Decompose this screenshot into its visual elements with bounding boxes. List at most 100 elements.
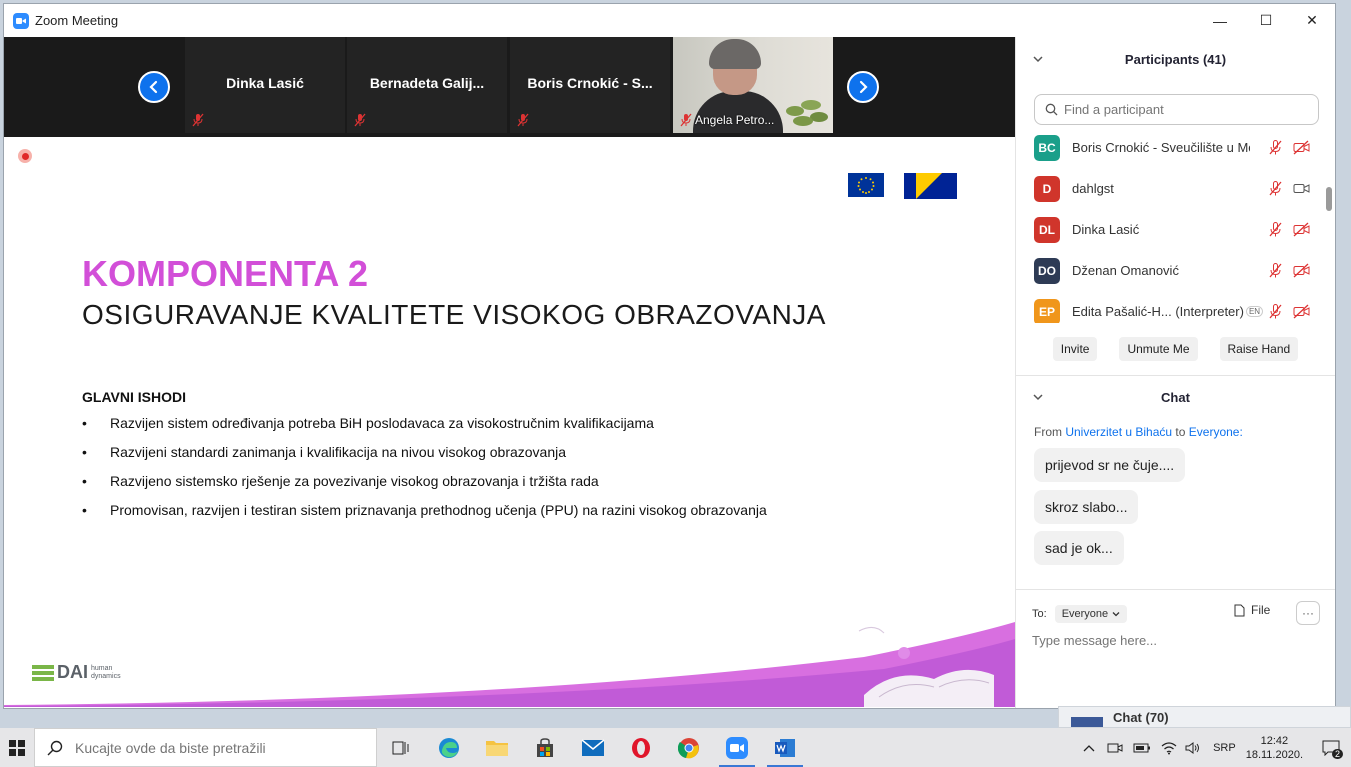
participant-row[interactable]: EP Edita Pašalić-H... (Interpreter) EN — [1016, 291, 1326, 323]
volume-icon[interactable] — [1185, 741, 1201, 755]
muted-mic-icon — [1269, 304, 1282, 319]
participant-scrollbar[interactable] — [1326, 132, 1332, 322]
unmute-me-button[interactable]: Unmute Me — [1119, 337, 1198, 361]
mail-app[interactable] — [569, 728, 617, 767]
shared-screen: KOMPONENTA 2 OSIGURAVANJE KVALITETE VISO… — [4, 137, 1015, 707]
video-tile[interactable]: Boris Crnokić - S... — [510, 37, 670, 133]
close-button[interactable]: ✕ — [1289, 4, 1335, 37]
participant-name: Boris Crnokić - S... — [527, 75, 653, 91]
taskbar-search-input[interactable] — [75, 739, 365, 756]
window-title: Zoom Meeting — [35, 13, 119, 28]
chat-message: skroz slabo... — [1034, 490, 1139, 524]
file-button[interactable]: File — [1234, 603, 1270, 617]
outcomes-heading: GLAVNI ISHODI — [82, 389, 186, 405]
list-item: • Razvijeni standardi zanimanja i kvalifi… — [82, 444, 567, 460]
taskbar: SRP 12:42 18.11.2020. 2 — [0, 728, 1351, 767]
video-off-icon — [1293, 263, 1310, 278]
list-item: • Razvijeno sistemsko rješenje za poveziv… — [82, 473, 599, 489]
language-badge: EN — [1245, 306, 1264, 317]
input-language[interactable]: SRP — [1213, 742, 1236, 754]
task-view-button[interactable] — [377, 728, 425, 767]
participant-name: Edita Pašalić-H... (Interpreter) — [1072, 304, 1244, 319]
video-off-icon — [1293, 304, 1310, 319]
avatar: BC — [1034, 134, 1060, 161]
video-off-icon — [1293, 140, 1310, 155]
video-tile[interactable]: Bernadeta Galij... — [347, 37, 507, 133]
participants-header: Participants (41) — [1016, 45, 1335, 73]
battery-icon[interactable] — [1133, 742, 1151, 754]
chevron-right-icon — [859, 80, 868, 94]
list-item: • Razvijen sistem određivanja potreba BiH… — [82, 415, 654, 431]
store-app[interactable] — [521, 728, 569, 767]
muted-mic-icon — [1269, 222, 1282, 237]
notifications-button[interactable]: 2 — [1317, 728, 1345, 767]
opera-app[interactable] — [617, 728, 665, 767]
plant-icon — [786, 100, 828, 126]
chevron-down-icon[interactable] — [1032, 391, 1044, 403]
avatar: EP — [1034, 298, 1060, 323]
chat-message: prijevod sr ne čuje.... — [1034, 448, 1186, 482]
participant-name: Dženan Omanović — [1072, 263, 1179, 278]
participant-row[interactable]: BC Boris Crnokić - Sveučilište u Mo... — [1016, 127, 1326, 168]
meet-now-icon[interactable] — [1107, 741, 1123, 755]
divider — [1016, 375, 1335, 376]
notification-count: 2 — [1331, 749, 1343, 759]
participant-name: Dinka Lasić — [1072, 222, 1140, 237]
start-button[interactable] — [0, 728, 34, 767]
clock[interactable]: 12:42 18.11.2020. — [1246, 734, 1303, 762]
word-icon — [775, 738, 795, 757]
wifi-icon[interactable] — [1161, 741, 1177, 755]
recipient-select[interactable]: Everyone — [1054, 605, 1128, 623]
next-page-button[interactable] — [847, 71, 879, 103]
muted-mic-icon — [354, 113, 366, 127]
background-chat-label[interactable]: Chat (70) — [1113, 710, 1169, 725]
file-explorer-app[interactable] — [473, 728, 521, 767]
muted-mic-icon — [192, 113, 204, 127]
muted-mic-icon — [680, 113, 692, 127]
previous-page-button[interactable] — [138, 71, 170, 103]
video-tile[interactable]: Dinka Lasić — [185, 37, 345, 133]
zoom-app[interactable] — [713, 728, 761, 767]
edge-app[interactable] — [425, 728, 473, 767]
sender-link[interactable]: Univerzitet u Bihaću — [1065, 425, 1172, 439]
chat-message-input[interactable] — [1032, 633, 1312, 648]
participant-actions: Invite Unmute Me Raise Hand — [1016, 337, 1335, 361]
invite-button[interactable]: Invite — [1052, 337, 1098, 361]
recipient-link[interactable]: Everyone: — [1189, 425, 1243, 439]
participant-row[interactable]: D dahlgst — [1016, 168, 1326, 209]
muted-mic-icon — [1269, 181, 1282, 196]
video-strip: Dinka Lasić Bernadeta Galij... Boris Crn… — [4, 37, 1015, 137]
participant-row[interactable]: DL Dinka Lasić — [1016, 209, 1326, 250]
chevron-up-icon[interactable] — [1083, 743, 1095, 753]
folder-icon — [486, 740, 508, 756]
windows-icon — [9, 739, 25, 756]
minimize-button[interactable]: — — [1197, 4, 1243, 37]
mail-icon — [581, 738, 605, 756]
recording-icon — [18, 149, 32, 163]
participant-name: Dinka Lasić — [226, 75, 304, 91]
video-on-icon — [1293, 184, 1310, 193]
chrome-app[interactable] — [665, 728, 713, 767]
chat-recipient-row: To: Everyone File ··· — [1032, 601, 1322, 625]
word-app[interactable] — [761, 728, 809, 767]
taskbar-search[interactable] — [34, 728, 377, 767]
slide-decoration — [4, 622, 1015, 707]
more-options-button[interactable]: ··· — [1296, 601, 1320, 625]
chevron-down-icon[interactable] — [1032, 53, 1044, 65]
chevron-left-icon — [149, 80, 158, 94]
store-icon — [537, 737, 553, 757]
to-label: To: — [1032, 608, 1047, 620]
search-input[interactable] — [1064, 102, 1304, 117]
raise-hand-button[interactable]: Raise Hand — [1219, 337, 1299, 361]
list-item: • Promovisan, razvijen i testiran sistem … — [82, 502, 767, 518]
participant-list: BC Boris Crnokić - Sveučilište u Mo... D… — [1016, 127, 1326, 323]
avatar: DO — [1034, 257, 1060, 284]
background-window: Chat (70) — [1058, 706, 1351, 728]
muted-mic-icon — [517, 113, 529, 127]
participant-search[interactable] — [1034, 94, 1319, 125]
search-icon — [1045, 103, 1058, 116]
participant-row[interactable]: DO Dženan Omanović — [1016, 250, 1326, 291]
maximize-button[interactable]: ☐ — [1243, 4, 1289, 37]
video-tile-active[interactable]: Angela Petro... — [673, 37, 833, 133]
desktop: Zoom Meeting — ☐ ✕ Dinka Lasić Bernadeta… — [0, 0, 1351, 767]
